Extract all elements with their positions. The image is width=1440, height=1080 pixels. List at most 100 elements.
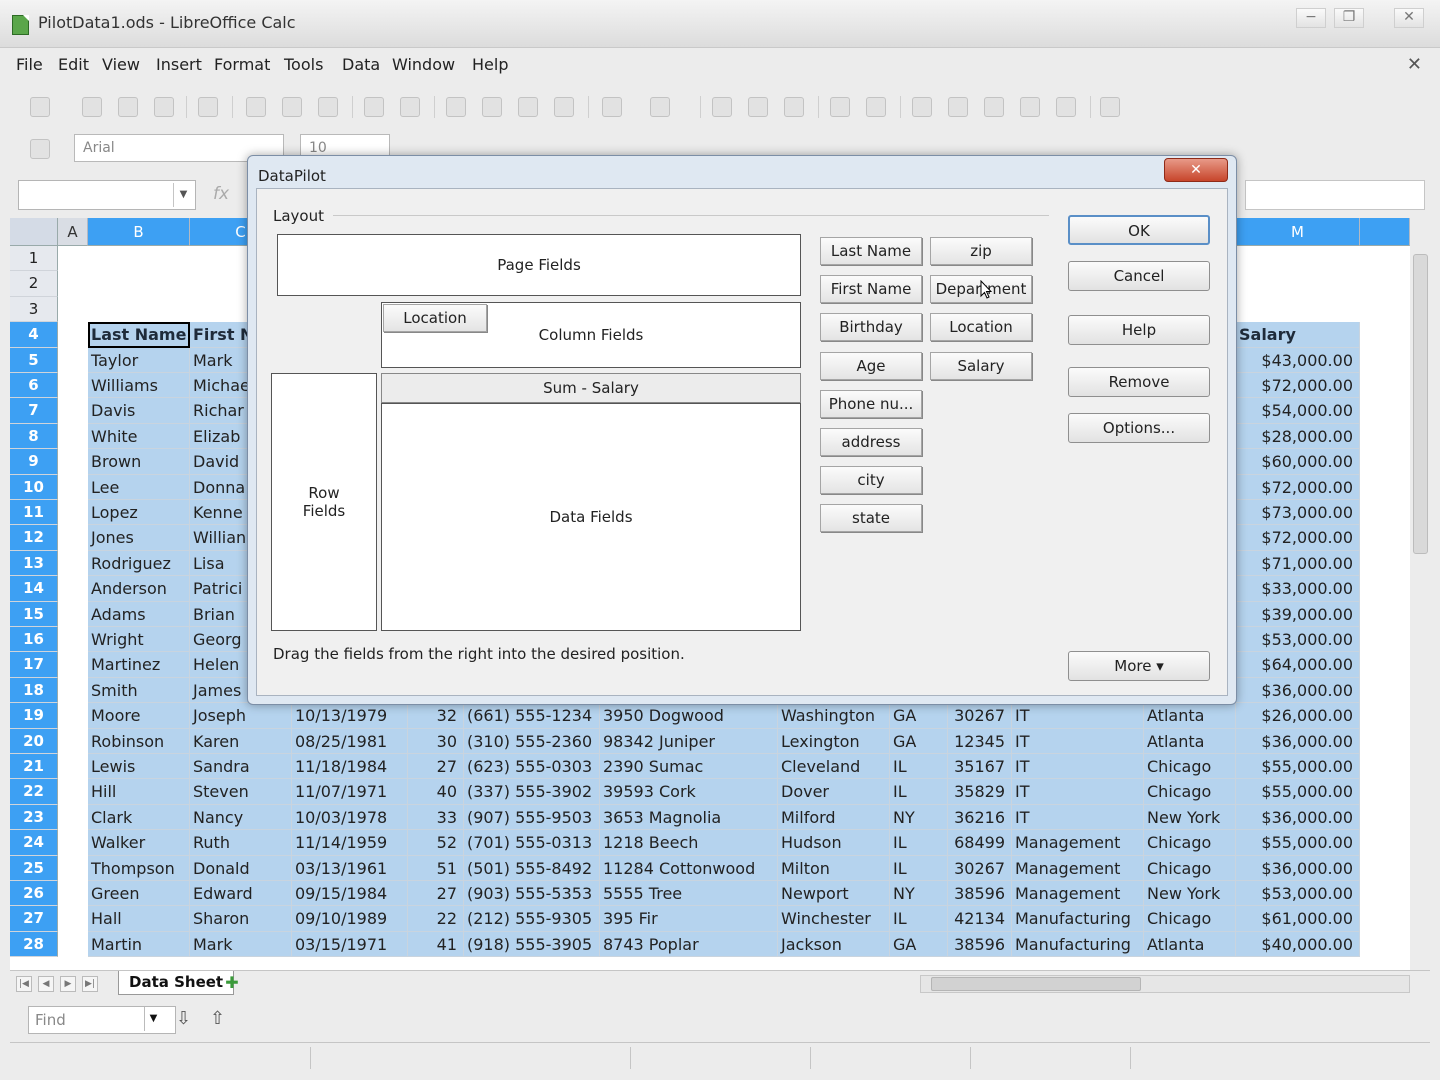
table-cell[interactable]: Clark xyxy=(88,804,190,831)
gallery-icon[interactable] xyxy=(1020,97,1040,117)
table-cell[interactable]: 10/13/1979 xyxy=(292,703,408,729)
table-cell[interactable]: 1218 Beech xyxy=(600,830,778,856)
table-cell[interactable]: Sandra xyxy=(190,754,292,780)
email-icon[interactable] xyxy=(154,97,174,117)
clone-formatting-icon[interactable] xyxy=(554,97,574,117)
menu-view[interactable]: View xyxy=(102,55,140,74)
table-cell[interactable]: $71,000.00 xyxy=(1236,550,1360,577)
table-cell[interactable]: Manufacturing xyxy=(1012,906,1144,932)
table-cell[interactable]: Adams xyxy=(88,601,190,627)
table-cell[interactable]: NY xyxy=(890,881,948,907)
paste-icon[interactable] xyxy=(518,97,538,117)
table-cell[interactable]: Edward xyxy=(190,881,292,907)
help-button[interactable]: Help xyxy=(1068,315,1210,345)
table-cell[interactable]: $53,000.00 xyxy=(1236,881,1360,907)
table-cell[interactable]: New York xyxy=(1144,881,1236,907)
data-field-sum-salary[interactable]: Sum - Salary xyxy=(381,373,801,403)
row-header[interactable]: 27 xyxy=(10,906,58,932)
field-button[interactable]: Age xyxy=(820,351,922,380)
table-cell[interactable]: 3950 Dogwood xyxy=(600,703,778,729)
table-cell[interactable]: GA xyxy=(890,728,948,754)
horizontal-scrollbar[interactable] xyxy=(920,975,1410,993)
row-header[interactable]: 18 xyxy=(10,677,58,704)
table-cell[interactable]: GA xyxy=(890,703,948,729)
next-sheet-icon[interactable]: ▶ xyxy=(60,976,76,992)
remove-button[interactable]: Remove xyxy=(1068,367,1210,397)
table-cell[interactable]: IL xyxy=(890,830,948,856)
cancel-button[interactable]: Cancel xyxy=(1068,261,1210,291)
row-header[interactable]: 16 xyxy=(10,627,58,653)
table-cell[interactable]: Jackson xyxy=(778,931,890,958)
table-cell[interactable]: GA xyxy=(890,931,948,958)
field-button[interactable]: city xyxy=(820,466,922,495)
row-header[interactable]: 7 xyxy=(10,398,58,424)
column-header[interactable] xyxy=(1360,218,1410,246)
table-cell[interactable]: 36216 xyxy=(948,804,1012,831)
add-sheet-icon[interactable]: ✚ xyxy=(222,974,242,992)
table-cell[interactable]: $33,000.00 xyxy=(1236,576,1360,602)
table-cell[interactable]: (701) 555-0313 xyxy=(464,830,600,856)
table-cell[interactable]: Cleveland xyxy=(778,754,890,780)
table-cell[interactable]: Donald xyxy=(190,855,292,881)
find-next-icon[interactable]: ⇩ xyxy=(176,1008,191,1029)
row-header[interactable]: 3 xyxy=(10,296,58,323)
dialog-close-button[interactable]: ✕ xyxy=(1164,158,1228,182)
table-cell[interactable]: IL xyxy=(890,754,948,780)
ok-button[interactable]: OK xyxy=(1068,215,1210,245)
field-button[interactable]: Last Name xyxy=(820,237,922,265)
minimize-button[interactable]: − xyxy=(1296,8,1326,28)
table-cell[interactable]: IL xyxy=(890,855,948,881)
scroll-thumb[interactable] xyxy=(931,977,1141,991)
table-cell[interactable]: Martinez xyxy=(88,652,190,678)
table-cell[interactable]: $54,000.00 xyxy=(1236,398,1360,424)
table-cell[interactable]: Martin xyxy=(88,931,190,958)
table-cell[interactable]: Anderson xyxy=(88,576,190,602)
table-cell[interactable]: (623) 555-0303 xyxy=(464,754,600,780)
row-header[interactable]: 9 xyxy=(10,449,58,475)
table-cell[interactable]: Lopez xyxy=(88,500,190,526)
page-fields-area[interactable]: Page Fields xyxy=(277,234,801,296)
table-cell[interactable]: (661) 555-1234 xyxy=(464,703,600,729)
pivot-table-icon[interactable] xyxy=(866,97,886,117)
find-previous-icon[interactable]: ⇧ xyxy=(210,1008,225,1029)
table-cell[interactable]: 2390 Sumac xyxy=(600,754,778,780)
chevron-down-icon[interactable]: ▼ xyxy=(144,1007,162,1031)
table-cell[interactable]: 09/10/1989 xyxy=(292,906,408,932)
column-header[interactable]: M xyxy=(1236,218,1360,246)
table-cell[interactable]: Milford xyxy=(778,804,890,831)
table-cell[interactable]: $72,000.00 xyxy=(1236,525,1360,551)
table-cell[interactable]: 03/13/1961 xyxy=(292,855,408,881)
row-header[interactable]: 6 xyxy=(10,373,58,399)
table-cell[interactable]: Steven xyxy=(190,779,292,805)
table-cell[interactable]: (918) 555-3905 xyxy=(464,931,600,958)
table-cell[interactable]: 42134 xyxy=(948,906,1012,932)
table-cell[interactable]: Lewis xyxy=(88,754,190,780)
table-cell[interactable]: 30267 xyxy=(948,703,1012,729)
find-replace-icon[interactable] xyxy=(948,97,968,117)
row-header[interactable]: 10 xyxy=(10,474,58,500)
table-cell[interactable]: Newport xyxy=(778,881,890,907)
sheet-tab-data-sheet[interactable]: Data Sheet xyxy=(118,971,235,995)
table-cell[interactable]: 11284 Cottonwood xyxy=(600,855,778,881)
row-header[interactable]: 23 xyxy=(10,804,58,831)
edit-file-icon[interactable] xyxy=(198,97,218,117)
cut-icon[interactable] xyxy=(446,97,466,117)
first-sheet-icon[interactable]: |◀ xyxy=(16,976,32,992)
table-cell[interactable]: Taylor xyxy=(88,347,190,373)
table-cell[interactable]: $53,000.00 xyxy=(1236,627,1360,653)
row-header[interactable]: 22 xyxy=(10,779,58,805)
table-cell[interactable]: $26,000.00 xyxy=(1236,703,1360,729)
table-cell[interactable]: 22 xyxy=(408,906,464,932)
table-cell[interactable]: 27 xyxy=(408,754,464,780)
table-cell[interactable]: Karen xyxy=(190,728,292,754)
table-cell[interactable]: $60,000.00 xyxy=(1236,449,1360,475)
formula-input[interactable] xyxy=(1245,180,1425,210)
table-cell[interactable]: Hill xyxy=(88,779,190,805)
row-header[interactable]: 11 xyxy=(10,500,58,526)
table-cell[interactable]: IT xyxy=(1012,728,1144,754)
field-button[interactable]: address xyxy=(820,428,922,456)
table-cell[interactable]: Brown xyxy=(88,449,190,475)
table-cell[interactable]: $55,000.00 xyxy=(1236,754,1360,780)
row-header[interactable]: 14 xyxy=(10,576,58,602)
table-cell[interactable]: $28,000.00 xyxy=(1236,423,1360,450)
